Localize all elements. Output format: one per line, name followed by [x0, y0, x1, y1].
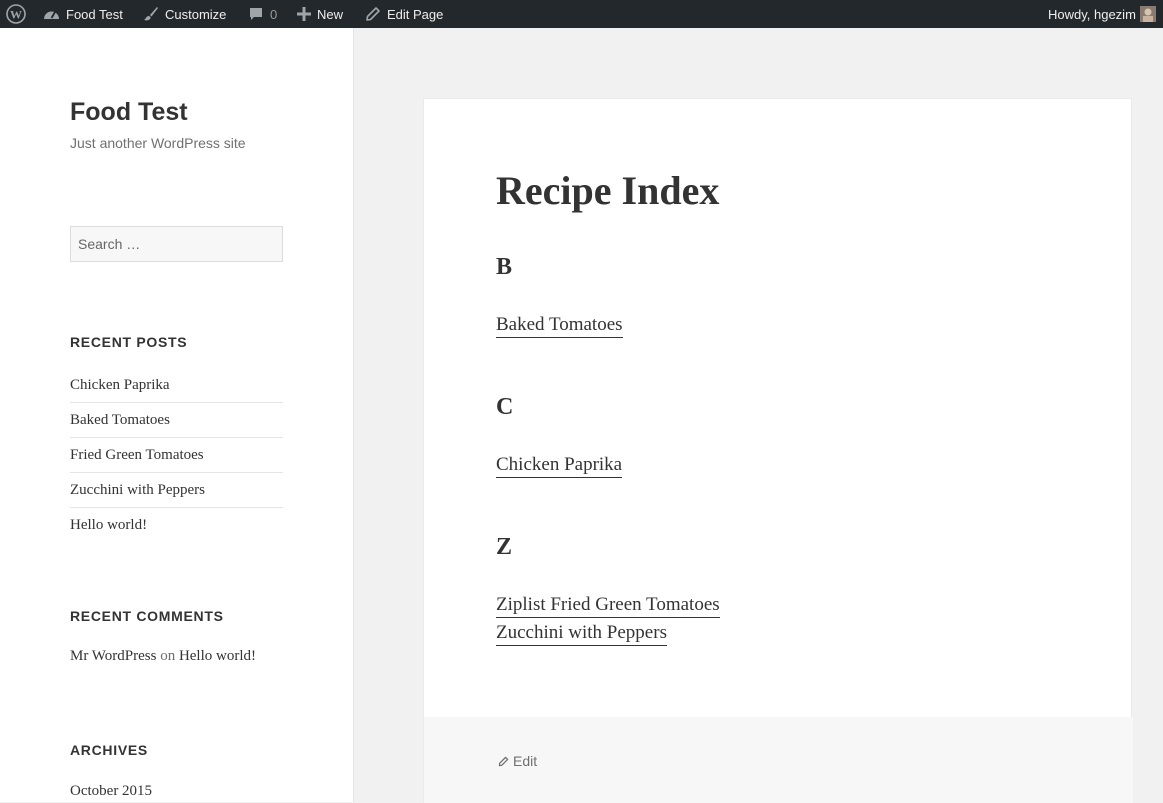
article: Recipe Index B Baked Tomatoes C Chicken …	[423, 98, 1133, 803]
customize-button[interactable]: Customize	[143, 0, 226, 28]
comment-bubble-icon	[250, 8, 262, 20]
dashboard-icon	[44, 11, 59, 19]
my-account-menu[interactable]: Howdy, hgezim	[1048, 0, 1156, 28]
comments-count: 0	[270, 6, 278, 22]
edit-page-button[interactable]: Edit Page	[365, 0, 443, 28]
index-letter-c: C	[496, 394, 514, 420]
archives-title: ARCHIVES	[70, 742, 148, 758]
admin-bar: W Food Test Customize 0 New Edit Page Ho…	[0, 0, 1163, 28]
recent-post-link[interactable]: Zucchini with Peppers	[70, 473, 283, 508]
recent-post-link[interactable]: Hello world!	[70, 508, 283, 543]
index-letter-z: Z	[496, 534, 513, 560]
recent-post-link[interactable]: Baked Tomatoes	[70, 403, 283, 438]
customize-label: Customize	[165, 6, 227, 22]
sidebar: Food Test Just another WordPress site Se…	[0, 28, 354, 802]
recent-posts-list: Chicken Paprika Baked Tomatoes Fried Gre…	[70, 368, 283, 543]
site-name-label: Food Test	[66, 6, 123, 22]
svg-text:W: W	[10, 8, 22, 22]
site-title[interactable]: Food Test	[70, 98, 188, 127]
new-label: New	[317, 6, 344, 22]
recipe-link[interactable]: Zucchini with Peppers	[496, 622, 667, 646]
edit-page-label: Edit Page	[387, 6, 444, 22]
paintbrush-icon	[144, 7, 158, 21]
new-content-button[interactable]: New	[297, 0, 343, 28]
wordpress-logo-icon[interactable]: W	[6, 0, 26, 28]
search-placeholder: Search …	[78, 236, 141, 252]
site-name-menu[interactable]: Food Test	[43, 0, 123, 28]
search-input[interactable]: Search …	[70, 226, 283, 262]
comment-author-link[interactable]: Mr WordPress	[70, 648, 156, 664]
recent-post-link[interactable]: Fried Green Tomatoes	[70, 438, 283, 473]
page-title: Recipe Index	[496, 168, 720, 213]
index-letter-b: B	[496, 254, 513, 280]
pencil-icon	[498, 756, 509, 766]
plus-icon	[297, 7, 311, 21]
pencil-icon	[366, 7, 380, 21]
recent-post-link[interactable]: Chicken Paprika	[70, 368, 283, 403]
article-footer: Edit	[424, 717, 1133, 803]
avatar	[1139, 6, 1156, 22]
comments-button[interactable]: 0	[248, 0, 277, 28]
recipe-link[interactable]: Chicken Paprika	[496, 454, 623, 478]
recent-comment: Mr WordPress on Hello world!	[70, 648, 256, 665]
recipe-link[interactable]: Ziplist Fried Green Tomatoes	[496, 594, 720, 618]
comment-post-link[interactable]: Hello world!	[179, 648, 256, 664]
comment-on-text: on	[160, 648, 176, 664]
archive-link[interactable]: October 2015	[70, 783, 152, 800]
howdy-label: Howdy, hgezim	[1048, 6, 1136, 22]
site-description: Just another WordPress site	[70, 135, 246, 151]
recipe-link[interactable]: Baked Tomatoes	[496, 314, 623, 338]
edit-link[interactable]: Edit	[498, 753, 537, 769]
recent-posts-title: RECENT POSTS	[70, 334, 188, 350]
edit-label: Edit	[513, 753, 538, 769]
recent-comments-title: RECENT COMMENTS	[70, 608, 224, 624]
